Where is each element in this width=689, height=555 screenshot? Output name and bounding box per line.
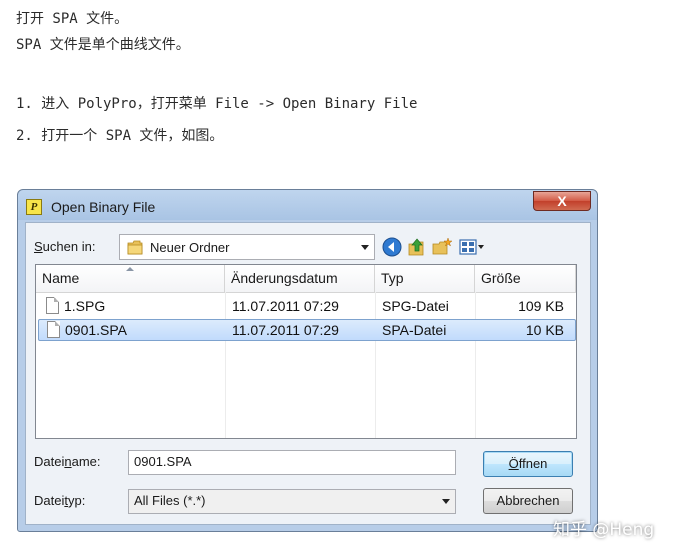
look-in-label: Suchen in: bbox=[34, 239, 95, 254]
app-icon: P bbox=[26, 199, 42, 215]
step-2-text: 2. 打开一个 SPA 文件，如图。 bbox=[16, 128, 224, 144]
file-size: 10 KB bbox=[525, 322, 564, 338]
file-row-2-selected[interactable]: 0901.SPA 11.07.2011 07:29 SPA-Datei 10 K… bbox=[38, 319, 576, 341]
folder-icon bbox=[127, 240, 143, 255]
filetype-label-part: Datei bbox=[34, 493, 65, 508]
up-folder-icon[interactable] bbox=[406, 236, 428, 258]
look-in-label-text: uchen in: bbox=[42, 239, 96, 254]
look-in-combo[interactable]: Neuer Ordner bbox=[119, 234, 375, 260]
look-in-mnemonic: S bbox=[34, 239, 43, 254]
file-name: 0901.SPA bbox=[65, 322, 128, 338]
open-button[interactable]: Öffnen bbox=[483, 451, 573, 477]
chevron-down-icon[interactable] bbox=[442, 499, 450, 504]
filename-input[interactable]: 0901.SPA bbox=[128, 450, 456, 475]
file-size: 109 KB bbox=[518, 298, 564, 314]
filetype-select[interactable]: All Files (*.*) bbox=[128, 489, 456, 514]
dialog-titlebar[interactable]: P Open Binary File X bbox=[18, 190, 597, 221]
filename-mnemonic: n bbox=[64, 454, 72, 469]
filename-label: Dateiname: bbox=[34, 454, 101, 469]
new-folder-icon[interactable] bbox=[431, 236, 453, 258]
intro-line-1: 打开 SPA 文件。 bbox=[16, 11, 129, 27]
step-1-text: 1. 进入 PolyPro，打开菜单 File -> Open Binary F… bbox=[16, 96, 418, 112]
open-binary-file-dialog: P Open Binary File X Suchen in: Neuer Or… bbox=[17, 189, 598, 532]
sort-ascending-icon bbox=[126, 267, 134, 271]
file-icon bbox=[47, 321, 60, 338]
chevron-down-icon[interactable] bbox=[361, 245, 369, 250]
cancel-button[interactable]: Abbrechen bbox=[483, 488, 573, 514]
look-in-value: Neuer Ordner bbox=[150, 240, 230, 255]
file-name: 1.SPG bbox=[64, 298, 106, 314]
file-type: SPA-Datei bbox=[382, 322, 447, 338]
filename-label-part: Datei bbox=[34, 454, 65, 469]
file-list-header: Name Änderungsdatum Typ Größe bbox=[36, 265, 576, 293]
view-menu-icon[interactable] bbox=[458, 236, 488, 258]
column-type[interactable]: Typ bbox=[375, 265, 475, 292]
file-row-1[interactable]: 1.SPG 11.07.2011 07:29 SPG-Datei 109 KB bbox=[38, 296, 576, 318]
close-button[interactable]: X bbox=[533, 191, 591, 211]
file-icon bbox=[46, 297, 59, 314]
dialog-client-area: Suchen in: Neuer Ordner Name Änderungsda… bbox=[25, 222, 591, 525]
file-list[interactable]: Name Änderungsdatum Typ Größe 1.SPG 11.0… bbox=[35, 264, 577, 439]
back-icon[interactable] bbox=[381, 236, 403, 258]
zhihu-watermark: 知乎 @Heng bbox=[553, 520, 655, 540]
column-size[interactable]: Größe bbox=[475, 265, 576, 292]
intro-line-2: SPA 文件是单个曲线文件。 bbox=[16, 37, 190, 53]
file-date: 11.07.2011 07:29 bbox=[232, 322, 339, 338]
filetype-value: All Files (*.*) bbox=[134, 493, 206, 508]
filetype-label-part: yp: bbox=[67, 493, 86, 508]
open-button-label: ffnen bbox=[518, 456, 548, 471]
dialog-title: Open Binary File bbox=[51, 199, 156, 215]
filename-label-part: ame: bbox=[71, 454, 101, 469]
column-date[interactable]: Änderungsdatum bbox=[225, 265, 375, 292]
open-mnemonic: Ö bbox=[508, 456, 519, 471]
file-date: 11.07.2011 07:29 bbox=[232, 298, 339, 314]
filetype-label: Dateityp: bbox=[34, 493, 85, 508]
file-type: SPG-Datei bbox=[382, 298, 449, 314]
